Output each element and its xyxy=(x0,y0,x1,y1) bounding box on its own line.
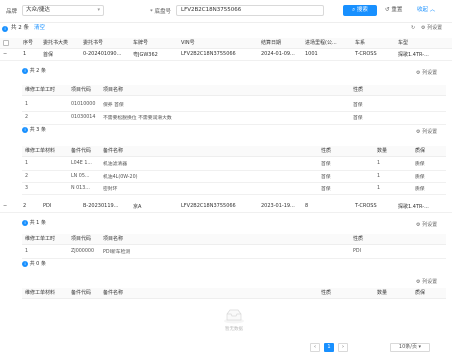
reset-icon: ↺ xyxy=(385,7,390,13)
labor-count: i 共 2 条 xyxy=(22,67,46,76)
column-settings-button[interactable]: ⚙ 列设置 xyxy=(416,221,437,228)
parts-table-header: 维修工单材料 备件代码 备件名称 性质 数量 质保 xyxy=(22,146,446,157)
table-row[interactable]: 2 LN 05... 机油4L(0W-20) 首保 1 质保 xyxy=(22,170,446,183)
labor-subtable: i 共 1 条 ⚙ 列设置 维修工单工时 项目代码 项目名称 性质 1 ZJ00… xyxy=(22,218,446,260)
info-icon: i xyxy=(22,219,28,226)
summary-bar: i 共 2 条 清空 ↻ ⚙ 列设置 xyxy=(0,23,452,34)
brand-select[interactable]: 大众/捷达 ▾ xyxy=(22,5,104,16)
refresh-icon: ↻ xyxy=(411,25,416,31)
gear-icon: ⚙ xyxy=(416,279,421,285)
table-row[interactable]: 1 ZJ000000 PDI新车检测 PDI xyxy=(22,246,446,259)
gear-icon: ⚙ xyxy=(416,222,421,228)
pagination: ‹ 1 › 10条/页 ▾ xyxy=(0,342,452,353)
vin-label: * 底盘号 xyxy=(150,9,171,15)
col-category: 委托书大类 xyxy=(40,38,80,49)
collapse-button[interactable]: 收起 ︿ xyxy=(417,5,435,16)
table-row[interactable]: 1 L04E 1... 机油滤清器 首保 1 质保 xyxy=(22,158,446,171)
table-row[interactable]: 1 01010000 保养 首保 首保 xyxy=(22,98,446,112)
next-page-button[interactable]: › xyxy=(338,343,348,352)
empty-state: 暂无数据 xyxy=(22,308,446,332)
refresh-button[interactable]: ↻ xyxy=(411,23,415,34)
col-plate: 车牌号 xyxy=(130,38,178,49)
column-settings-button[interactable]: ⚙ 列设置 xyxy=(416,278,437,285)
column-settings-button[interactable]: ⚙ 列设置 xyxy=(416,128,437,135)
col-vin: VIN号 xyxy=(178,38,258,49)
table-row[interactable]: 2 01030014 不需要松脱换位 不需要润滑大数 首保 xyxy=(22,111,446,125)
vin-input[interactable]: LFV2B2C18N3755066 xyxy=(176,5,324,16)
gear-icon: ⚙ xyxy=(416,70,421,76)
table-row[interactable]: − 2 PDI B-20230119... 京A LFV2B2C18N37550… xyxy=(0,201,452,213)
brand-label: 品牌 xyxy=(6,9,18,15)
labor-subtable: i 共 2 条 ⚙ 列设置 维修工单工时 项目代码 项目名称 性质 1 0101… xyxy=(22,66,446,126)
info-icon: i xyxy=(2,26,8,32)
reset-button[interactable]: ↺ 重置 xyxy=(385,5,402,16)
parts-count: i 共 3 条 xyxy=(22,126,46,135)
labor-count: i 共 1 条 xyxy=(22,219,46,228)
expand-toggle[interactable]: − xyxy=(0,201,20,213)
search-bar: 品牌 大众/捷达 ▾ * 底盘号 LFV2B2C18N3755066 ⌕ 搜索 … xyxy=(0,0,452,23)
chevron-down-icon: ▾ xyxy=(97,7,100,13)
table-row[interactable]: 3 N 013... 密封环 首保 1 质保 xyxy=(22,182,446,195)
labor-table-header: 维修工单工时 项目代码 项目名称 性质 xyxy=(22,85,446,96)
clear-link[interactable]: 清空 xyxy=(34,23,45,34)
parts-count: i 共 0 条 xyxy=(22,260,46,269)
labor-table-header: 维修工单工时 项目代码 项目名称 性质 xyxy=(22,234,446,245)
labor-table-body: 1 ZJ000000 PDI新车检测 PDI xyxy=(22,246,446,259)
empty-text: 暂无数据 xyxy=(225,327,243,332)
gear-icon: ⚙ xyxy=(416,129,421,135)
chevron-up-icon: ︿ xyxy=(429,7,436,13)
total-count: 共 2 条 xyxy=(11,25,29,31)
col-mileage: 进场里程(公... xyxy=(302,38,352,49)
col-model: 车型 xyxy=(395,38,452,49)
main-table-header: 序号 委托书大类 委托书号 车牌号 VIN号 结算日期 进场里程(公... 车系… xyxy=(0,38,452,49)
table-row[interactable]: − 1 首保 0-202401090... 粤JGW362 LFV2B2C18N… xyxy=(0,49,452,61)
parts-table-body: 1 L04E 1... 机油滤清器 首保 1 质保 2 LN 05... 机油4… xyxy=(22,158,446,195)
parts-table-header: 维修工单材料 备件代码 备件名称 性质 数量 质保 xyxy=(22,288,446,299)
search-icon: ⌕ xyxy=(352,7,356,13)
select-all-checkbox[interactable] xyxy=(0,38,20,49)
parts-subtable: i 共 3 条 ⚙ 列设置 维修工单材料 备件代码 备件名称 性质 数量 质保 … xyxy=(22,125,446,197)
info-icon: i xyxy=(22,126,28,133)
col-seq: 序号 xyxy=(20,38,40,49)
search-button[interactable]: ⌕ 搜索 xyxy=(343,5,377,16)
info-icon: i xyxy=(22,260,28,267)
labor-table-body: 1 01010000 保养 首保 首保 2 01030014 不需要松脱换位 不… xyxy=(22,98,446,125)
empty-box-icon xyxy=(224,309,244,324)
prev-page-button[interactable]: ‹ xyxy=(310,343,320,352)
column-settings-button[interactable]: ⚙ 列设置 xyxy=(421,23,442,34)
page-button[interactable]: 1 xyxy=(324,343,334,352)
gear-icon: ⚙ xyxy=(421,25,426,31)
parts-subtable: i 共 0 条 ⚙ 列设置 维修工单材料 备件代码 备件名称 性质 数量 质保 … xyxy=(22,259,446,339)
page-size-select[interactable]: 10条/页 ▾ xyxy=(390,343,430,352)
info-icon: i xyxy=(22,67,28,74)
col-order-no: 委托书号 xyxy=(80,38,130,49)
col-series: 车系 xyxy=(352,38,395,49)
col-date: 结算日期 xyxy=(258,38,302,49)
expand-toggle[interactable]: − xyxy=(0,49,20,61)
column-settings-button[interactable]: ⚙ 列设置 xyxy=(416,69,437,76)
